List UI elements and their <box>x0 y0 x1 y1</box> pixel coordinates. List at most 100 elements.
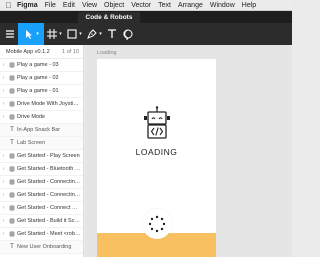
layer-row[interactable]: › Drive Mode <box>0 111 83 124</box>
file-tab[interactable]: Code & Robots <box>78 12 140 23</box>
layer-row[interactable]: › Get Started - Connect Screen <box>0 202 83 215</box>
frame-layer-icon <box>7 192 17 198</box>
spinner-icon <box>148 215 166 233</box>
expand-arrow-icon[interactable]: › <box>0 179 7 185</box>
expand-arrow-icon[interactable]: › <box>0 218 7 224</box>
menu-app-name[interactable]: Figma <box>17 2 38 9</box>
robot-icon <box>144 106 170 139</box>
expand-arrow-icon[interactable]: › <box>0 88 7 94</box>
layer-label: New User Onboarding <box>17 244 72 250</box>
frame-layer-icon <box>7 62 17 68</box>
menu-window[interactable]: Window <box>210 2 235 9</box>
chevron-down-icon: ▾ <box>59 31 62 37</box>
expand-arrow-icon[interactable]: › <box>0 231 7 237</box>
layer-row[interactable]: T New User Onboarding <box>0 241 83 254</box>
frame-tool-button[interactable]: ▾ <box>44 23 64 45</box>
menu-object[interactable]: Object <box>104 2 124 9</box>
layer-label: Drive Mode <box>17 114 46 120</box>
layer-row[interactable]: › Get Started - Build it Screen <box>0 215 83 228</box>
tool-row: ▾ ▾ ▾ ▾ <box>0 23 292 45</box>
canvas[interactable]: Loading LOADING <box>85 45 292 257</box>
layer-label: Play a game - 02 <box>17 75 59 81</box>
chevron-down-icon: ▾ <box>79 31 82 37</box>
layer-label: Get Started - Connect Screen <box>17 205 83 211</box>
expand-arrow-icon[interactable]: › <box>0 153 7 159</box>
layer-label: Get Started - Build it Screen <box>17 218 83 224</box>
shape-tool-button[interactable]: ▾ <box>64 23 84 45</box>
frame-layer-icon <box>7 231 17 237</box>
menu-view[interactable]: View <box>82 2 97 9</box>
figma-toolbar: Code & Robots ▾ ▾ ▾ ▾ <box>0 11 292 45</box>
text-icon <box>108 29 116 38</box>
text-layer-icon: T <box>10 127 14 133</box>
menu-icon[interactable] <box>2 23 18 45</box>
frame-layer-icon <box>7 205 17 211</box>
layer-row[interactable]: › Play a game - 02 <box>0 72 83 85</box>
frame-layer-icon <box>7 218 17 224</box>
menu-arrange[interactable]: Arrange <box>178 2 203 9</box>
menu-help[interactable]: Help <box>242 2 256 9</box>
layer-label: Get Started - Meet <robot> S... <box>17 231 83 237</box>
frame-layer-icon <box>7 179 17 185</box>
expand-arrow-icon[interactable]: › <box>0 75 7 81</box>
loading-label: LOADING <box>135 147 178 157</box>
page-count: 1 of 10 <box>62 48 79 55</box>
apple-icon[interactable]:  <box>4 1 13 10</box>
layer-row[interactable]: › Get Started - Connecting Scr... <box>0 176 83 189</box>
layer-label: Drive Mode With Joystick Up <box>17 101 83 107</box>
frame-layer-icon <box>7 101 17 107</box>
layer-label: Get Started - Connecting Scr... <box>17 179 83 185</box>
layer-label: Get Started - Play Screen <box>17 153 80 159</box>
layer-label: Get Started - Connecting Scr... <box>17 192 83 198</box>
layer-list: › Play a game - 03 › Play a game - 02 › Play … <box>0 59 83 257</box>
rectangle-icon <box>67 29 77 39</box>
frame-layer-icon <box>7 166 17 172</box>
expand-arrow-icon[interactable]: › <box>0 192 7 198</box>
layer-row[interactable]: › Get Started - Play Screen <box>0 150 83 163</box>
frame-layer-icon <box>7 153 17 159</box>
frame-layer-icon <box>7 114 17 120</box>
layer-row[interactable]: › Play a game - 01 <box>0 85 83 98</box>
menu-bar:  Figma File Edit View Object Vector Tex… <box>0 0 292 11</box>
pen-tool-button[interactable]: ▾ <box>84 23 104 45</box>
page-name: Mobile App v0.1.2 <box>6 48 50 55</box>
layer-label: Play a game - 03 <box>17 62 59 68</box>
layer-label: Get Started - Bluetooth Off <box>17 166 83 172</box>
layer-row[interactable]: › Get Started - Bluetooth Off <box>0 163 83 176</box>
loading-frame[interactable]: LOADING <box>97 59 216 257</box>
layer-label: Lab Screen <box>17 140 46 146</box>
move-icon <box>26 30 33 39</box>
chevron-down-icon: ▾ <box>99 31 102 37</box>
expand-arrow-icon[interactable]: › <box>0 166 7 172</box>
text-layer-icon: T <box>10 244 14 250</box>
frame-layer-icon <box>7 75 17 81</box>
menu-vector[interactable]: Vector <box>131 2 151 9</box>
tab-strip: Code & Robots <box>0 11 292 23</box>
layer-label: Play a game - 01 <box>17 88 59 94</box>
layer-row[interactable]: › Play a game - 03 <box>0 59 83 72</box>
pen-icon <box>87 29 97 39</box>
layers-panel: Mobile App v0.1.2 1 of 10 › Play a game -… <box>0 45 84 257</box>
frame-label[interactable]: Loading <box>97 50 117 56</box>
layer-row[interactable]: T Lab Screen <box>0 137 83 150</box>
expand-arrow-icon[interactable]: › <box>0 114 7 120</box>
menu-edit[interactable]: Edit <box>63 2 75 9</box>
chevron-down-icon: ▾ <box>36 31 39 37</box>
frame-layer-icon <box>7 88 17 94</box>
layer-row[interactable]: › Get Started - Connecting Scr... <box>0 189 83 202</box>
move-tool-button[interactable]: ▾ <box>18 23 44 45</box>
layer-row[interactable]: › Get Started - Meet <robot> S... <box>0 228 83 241</box>
comment-icon <box>123 29 133 40</box>
page-selector[interactable]: Mobile App v0.1.2 1 of 10 <box>0 45 83 59</box>
layer-label: In-App Snack Bar <box>17 127 61 133</box>
expand-arrow-icon[interactable]: › <box>0 62 7 68</box>
menu-text[interactable]: Text <box>158 2 171 9</box>
comment-tool-button[interactable] <box>120 23 136 45</box>
spinner <box>142 209 172 239</box>
expand-arrow-icon[interactable]: › <box>0 101 7 107</box>
layer-row[interactable]: T In-App Snack Bar <box>0 124 83 137</box>
menu-file[interactable]: File <box>45 2 56 9</box>
text-tool-button[interactable] <box>104 23 120 45</box>
layer-row[interactable]: › Drive Mode With Joystick Up <box>0 98 83 111</box>
expand-arrow-icon[interactable]: › <box>0 205 7 211</box>
